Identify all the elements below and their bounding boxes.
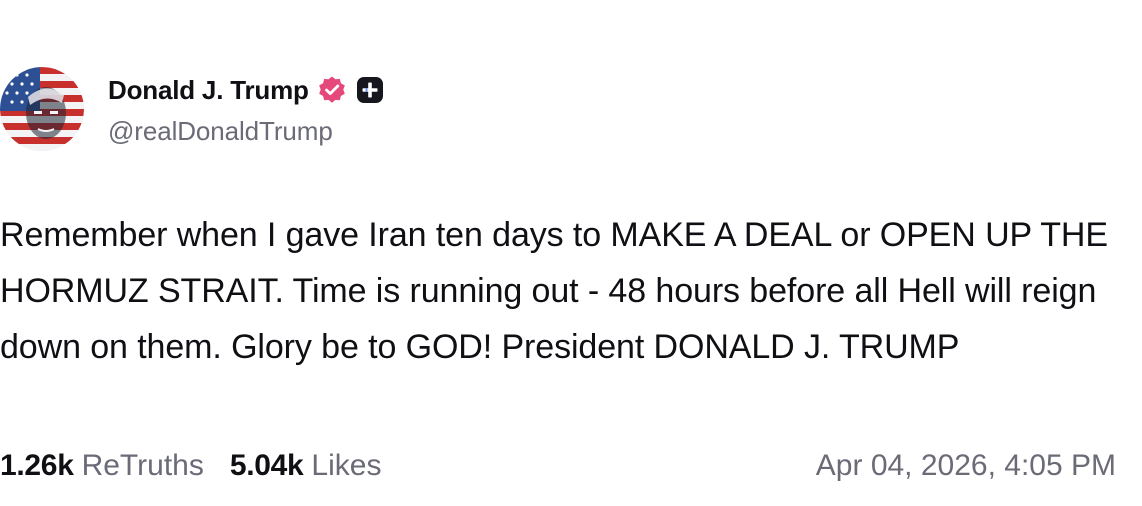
name-row: Donald J. Trump (108, 70, 384, 110)
truth-post: Donald J. Trump @realDonaldTrump Remembe… (0, 0, 1142, 506)
avatar[interactable] (0, 67, 84, 151)
display-name[interactable]: Donald J. Trump (108, 75, 309, 106)
post-header: Donald J. Trump @realDonaldTrump (108, 70, 384, 147)
likes-stat[interactable]: 5.04k Likes (230, 449, 382, 483)
likes-label: Likes (311, 449, 382, 482)
retruths-label: ReTruths (81, 449, 204, 482)
post-timestamp[interactable]: Apr 04, 2026, 4:05 PM (816, 449, 1116, 483)
avatar-image (0, 67, 84, 151)
post-stats: 1.26k ReTruths 5.04k Likes Apr 04, 2026,… (0, 446, 1116, 486)
retruths-count: 1.26k (0, 449, 74, 482)
handle[interactable]: @realDonaldTrump (108, 116, 384, 147)
verified-badge-icon (317, 75, 347, 105)
likes-count: 5.04k (229, 449, 304, 482)
post-text: Remember when I gave Iran ten days to MA… (0, 216, 1108, 366)
retruths-stat[interactable]: 1.26k ReTruths (0, 449, 204, 483)
plus-badge-icon (356, 76, 384, 104)
